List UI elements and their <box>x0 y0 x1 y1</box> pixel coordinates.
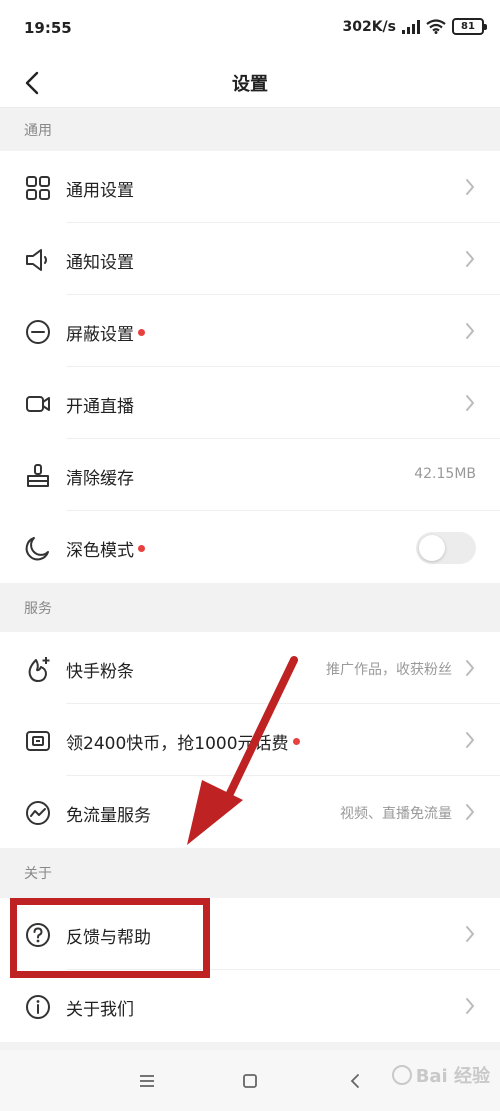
square-icon <box>243 1074 257 1088</box>
row-label-text: 领2400快币，抢1000元话费 <box>66 734 289 754</box>
status-bar: 19:55 302K/s 81 <box>0 0 500 58</box>
wifi-icon <box>426 19 446 34</box>
chevron-right-icon <box>466 251 475 267</box>
paw-icon <box>391 1065 412 1085</box>
wallet-icon <box>24 727 52 755</box>
broom-icon <box>24 462 52 490</box>
menu-icon <box>140 1075 154 1087</box>
row-clear-cache[interactable]: 清除缓存 42.15MB <box>0 439 500 511</box>
dark-mode-toggle[interactable] <box>416 532 476 564</box>
question-circle-icon <box>24 921 52 949</box>
row-feedback[interactable]: 反馈与帮助 <box>0 898 500 970</box>
row-label: 清除缓存 <box>66 469 134 489</box>
home-button[interactable] <box>237 1068 263 1094</box>
video-camera-icon <box>24 390 52 418</box>
row-label: 免流量服务 <box>66 806 151 826</box>
chevron-right-icon <box>466 323 475 339</box>
row-fans[interactable]: 快手粉条 推广作品，收获粉丝 <box>0 632 500 704</box>
back-nav-button[interactable] <box>342 1068 368 1094</box>
signal-icon <box>402 19 420 34</box>
row-label: 反馈与帮助 <box>66 928 151 948</box>
menu-button[interactable] <box>134 1068 160 1094</box>
status-icons: 302K/s 81 <box>342 18 487 35</box>
row-label: 屏蔽设置 <box>66 320 145 345</box>
watermark-logo: Bai 经验 <box>391 1062 490 1088</box>
row-label: 开通直播 <box>66 397 134 417</box>
minus-circle-icon <box>24 318 52 346</box>
watermark-text: Bai 经验 <box>415 1066 490 1087</box>
chevron-right-icon <box>466 179 475 195</box>
row-free-data[interactable]: 免流量服务 视频、直播免流量 <box>0 776 500 848</box>
row-label-text: 深色模式 <box>66 541 134 561</box>
toggle-knob <box>419 535 445 561</box>
red-dot-badge <box>138 545 145 552</box>
battery-icon: 81 <box>452 18 487 35</box>
chevron-right-icon <box>466 660 475 676</box>
row-dark-mode[interactable]: 深色模式 <box>0 511 500 583</box>
row-about-us[interactable]: 关于我们 <box>0 970 500 1042</box>
section-header-general: 通用 <box>0 109 500 151</box>
row-value: 视频、直播免流量 <box>340 806 452 822</box>
row-notify-settings[interactable]: 通知设置 <box>0 223 500 295</box>
status-time: 19:55 <box>24 19 72 37</box>
row-label: 通知设置 <box>66 253 134 273</box>
chevron-right-icon <box>466 395 475 411</box>
row-label-text: 屏蔽设置 <box>66 325 134 345</box>
chevron-left-icon <box>350 1074 359 1088</box>
chevron-right-icon <box>466 926 475 942</box>
red-dot-badge <box>138 329 145 336</box>
page-title: 设置 <box>232 74 268 95</box>
chevron-right-icon <box>466 998 475 1014</box>
wave-circle-icon <box>24 799 52 827</box>
row-coins[interactable]: 领2400快币，抢1000元话费 <box>0 704 500 776</box>
row-label: 领2400快币，抢1000元话费 <box>66 729 300 754</box>
nav-bar: 设置 <box>0 58 500 108</box>
row-live-stream[interactable]: 开通直播 <box>0 367 500 439</box>
chevron-right-icon <box>466 804 475 820</box>
row-label: 快手粉条 <box>66 662 134 682</box>
cache-size: 42.15MB <box>414 466 476 482</box>
row-block-settings[interactable]: 屏蔽设置 <box>0 295 500 367</box>
row-value: 推广作品，收获粉丝 <box>326 662 452 678</box>
row-label: 通用设置 <box>66 181 134 201</box>
section-header-services: 服务 <box>0 583 500 632</box>
chevron-right-icon <box>466 732 475 748</box>
red-dot-badge <box>292 738 300 745</box>
row-general-settings[interactable]: 通用设置 <box>0 151 500 223</box>
info-circle-icon <box>24 993 52 1021</box>
moon-icon <box>24 534 52 562</box>
speaker-icon <box>24 246 52 274</box>
net-speed: 302K/s <box>342 18 396 35</box>
row-label: 关于我们 <box>66 1000 134 1020</box>
grid-icon <box>24 174 52 202</box>
row-label: 深色模式 <box>66 536 145 561</box>
section-header-about: 关于 <box>0 848 500 898</box>
fan-strip-icon <box>24 655 52 683</box>
battery-level: 81 <box>461 21 475 32</box>
